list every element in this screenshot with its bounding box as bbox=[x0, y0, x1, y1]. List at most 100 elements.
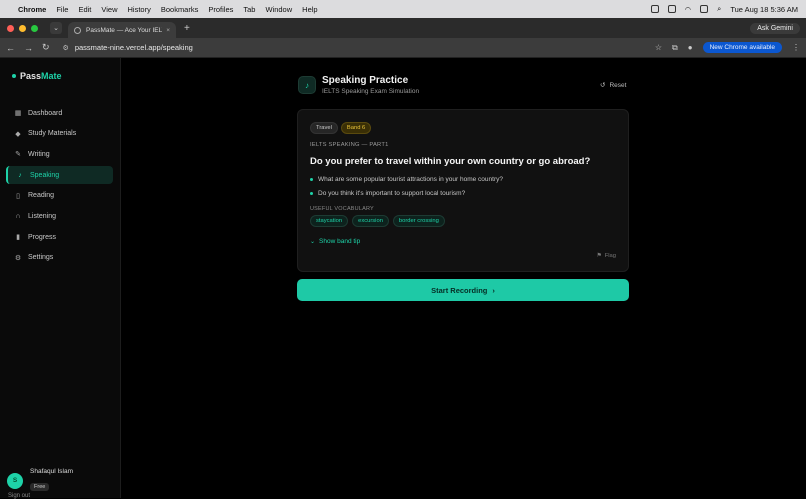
sidebar-item-label: Writing bbox=[28, 150, 50, 158]
bar-chart-icon: ▮ bbox=[16, 234, 20, 242]
zoom-window-button[interactable] bbox=[31, 24, 38, 32]
close-tab-icon[interactable]: × bbox=[166, 27, 170, 34]
search-icon[interactable]: ⌕ bbox=[717, 4, 721, 14]
sidebar-item-settings[interactable]: ⚙ Settings bbox=[6, 249, 113, 267]
favicon-icon bbox=[74, 26, 81, 34]
brand-mate: Mate bbox=[41, 71, 62, 81]
plan-badge: Free bbox=[30, 483, 50, 491]
menu-history[interactable]: History bbox=[128, 5, 151, 14]
start-recording-label: Start Recording bbox=[431, 285, 488, 295]
sidebar-item-label: Dashboard bbox=[28, 109, 63, 117]
graduation-cap-icon: ◆ bbox=[15, 130, 21, 138]
browser-tabbar: ⌄ PassMate — Ace Your IELTS × + Ask Gemi… bbox=[0, 18, 806, 38]
menu-edit[interactable]: Edit bbox=[78, 5, 91, 14]
tag-row: Travel Band 6 bbox=[310, 122, 372, 134]
menu-tab[interactable]: Tab bbox=[243, 5, 255, 14]
show-band-tip-toggle[interactable]: ⌄ Show band tip bbox=[310, 238, 360, 245]
tab-title: PassMate — Ace Your IELTS bbox=[86, 26, 163, 34]
sidebar-item-label: Listening bbox=[28, 212, 57, 220]
menu-chrome[interactable]: Chrome bbox=[18, 5, 46, 14]
part-label: IELTS SPEAKING — PART1 bbox=[310, 142, 389, 148]
new-chrome-available-button[interactable]: New Chrome available bbox=[702, 42, 782, 53]
sidebar-item-progress[interactable]: ▮ Progress bbox=[6, 228, 113, 246]
chevron-right-icon: › bbox=[492, 285, 495, 295]
status-icon[interactable] bbox=[667, 5, 676, 13]
main-content: ♪ Speaking Practice IELTS Speaking Exam … bbox=[122, 58, 806, 498]
vocab-chip: excursion bbox=[352, 215, 389, 227]
avatar: S bbox=[7, 472, 23, 489]
status-icon[interactable] bbox=[650, 5, 659, 13]
ask-gemini-button[interactable]: Ask Gemini bbox=[750, 22, 800, 34]
vocab-chip: staycation bbox=[310, 215, 349, 227]
brand-logo[interactable]: Pass Mate bbox=[12, 71, 62, 81]
question-text: Do you prefer to travel within your own … bbox=[310, 156, 591, 167]
sidebar-item-dashboard[interactable]: ▦ Dashboard bbox=[6, 104, 113, 122]
followup-list: What are some popular tourist attraction… bbox=[310, 176, 503, 204]
status-area: ◠ ⌕ Tue Aug 18 5:36 AM bbox=[650, 4, 798, 14]
menubar-clock[interactable]: Tue Aug 18 5:36 AM bbox=[730, 5, 798, 14]
pen-icon: ✎ bbox=[15, 151, 21, 159]
url-text[interactable]: passmate-nine.vercel.app/speaking bbox=[75, 43, 193, 52]
menu-help[interactable]: Help bbox=[302, 5, 317, 14]
reset-icon: ↺ bbox=[600, 82, 606, 89]
headphones-icon: ∩ bbox=[15, 212, 21, 220]
bookmark-star-icon[interactable]: ☆ bbox=[655, 43, 662, 52]
band-tip-label: Show band tip bbox=[319, 238, 361, 245]
window-controls bbox=[7, 24, 38, 32]
bullet-icon bbox=[310, 178, 313, 181]
forward-icon[interactable]: → bbox=[24, 43, 33, 53]
vocab-label: USEFUL VOCABULARY bbox=[310, 206, 374, 212]
vocab-chip: border crossing bbox=[392, 215, 445, 227]
chrome-menu-icon[interactable]: ⋮ bbox=[792, 43, 800, 52]
reload-icon[interactable]: ↻ bbox=[42, 42, 50, 53]
macos-menubar: Chrome File Edit View History Bookmarks … bbox=[0, 0, 806, 18]
followup-text: What are some popular tourist attraction… bbox=[318, 176, 503, 183]
flag-button[interactable]: ⚑ Flag bbox=[597, 253, 616, 259]
reset-button[interactable]: ↺ Reset bbox=[600, 81, 627, 90]
gear-icon: ⚙ bbox=[14, 254, 22, 262]
site-info-icon[interactable]: ⚙ bbox=[63, 44, 69, 52]
toolbar-right: ☆ ⧉ ● New Chrome available ⋮ bbox=[655, 42, 800, 53]
mic-icon: ♪ bbox=[298, 76, 316, 94]
wifi-icon[interactable]: ◠ bbox=[685, 5, 692, 14]
start-recording-button[interactable]: Start Recording › bbox=[297, 279, 629, 301]
menu-file[interactable]: File bbox=[56, 5, 68, 14]
followup-text: Do you think it's important to support l… bbox=[318, 190, 466, 197]
sidebar-item-speaking[interactable]: ♪ Speaking bbox=[6, 166, 113, 185]
sidebar-item-listening[interactable]: ∩ Listening bbox=[6, 207, 113, 225]
minimize-window-button[interactable] bbox=[19, 24, 26, 32]
sidebar-item-reading[interactable]: ▯ Reading bbox=[6, 187, 113, 205]
sidebar-item-writing[interactable]: ✎ Writing bbox=[6, 145, 113, 163]
sidebar-item-label: Settings bbox=[28, 254, 54, 262]
sidebar-item-label: Study Materials bbox=[28, 130, 77, 138]
flag-icon: ⚑ bbox=[596, 253, 602, 259]
profile-icon[interactable]: ● bbox=[688, 43, 693, 52]
vocab-list: staycation excursion border crossing bbox=[310, 215, 445, 227]
extensions-icon[interactable]: ⧉ bbox=[672, 43, 678, 53]
menu-profiles[interactable]: Profiles bbox=[208, 5, 233, 14]
user-name: Shafaqul Islam bbox=[30, 468, 73, 475]
back-icon[interactable]: ← bbox=[6, 43, 15, 53]
band-badge: Band 6 bbox=[340, 122, 372, 134]
reset-label: Reset bbox=[609, 81, 627, 89]
sign-out-link[interactable]: Sign out bbox=[8, 493, 30, 499]
battery-icon[interactable] bbox=[700, 5, 709, 13]
new-tab-button[interactable]: + bbox=[184, 23, 190, 34]
book-icon: ▯ bbox=[16, 192, 20, 200]
menu-window[interactable]: Window bbox=[265, 5, 292, 14]
flag-label: Flag bbox=[604, 253, 616, 259]
url-field[interactable]: ⚙ passmate-nine.vercel.app/speaking bbox=[63, 43, 655, 52]
sidebar: Pass Mate ▦ Dashboard ◆ Study Materials ✎… bbox=[0, 58, 121, 499]
tab-search-button[interactable]: ⌄ bbox=[50, 22, 62, 34]
brand-dot bbox=[12, 74, 16, 78]
sidebar-item-label: Speaking bbox=[30, 171, 60, 179]
user-profile[interactable]: S Shafaqul Islam Free bbox=[7, 468, 73, 493]
chevron-down-icon: ⌄ bbox=[310, 239, 316, 245]
sidebar-item-study-materials[interactable]: ◆ Study Materials bbox=[6, 125, 113, 143]
menu-bookmarks[interactable]: Bookmarks bbox=[161, 5, 199, 14]
sidebar-item-label: Progress bbox=[28, 233, 57, 241]
menu-view[interactable]: View bbox=[101, 5, 117, 14]
page-subtitle: IELTS Speaking Exam Simulation bbox=[322, 88, 420, 95]
browser-tab[interactable]: PassMate — Ace Your IELTS × bbox=[68, 22, 176, 38]
close-window-button[interactable] bbox=[7, 24, 14, 32]
